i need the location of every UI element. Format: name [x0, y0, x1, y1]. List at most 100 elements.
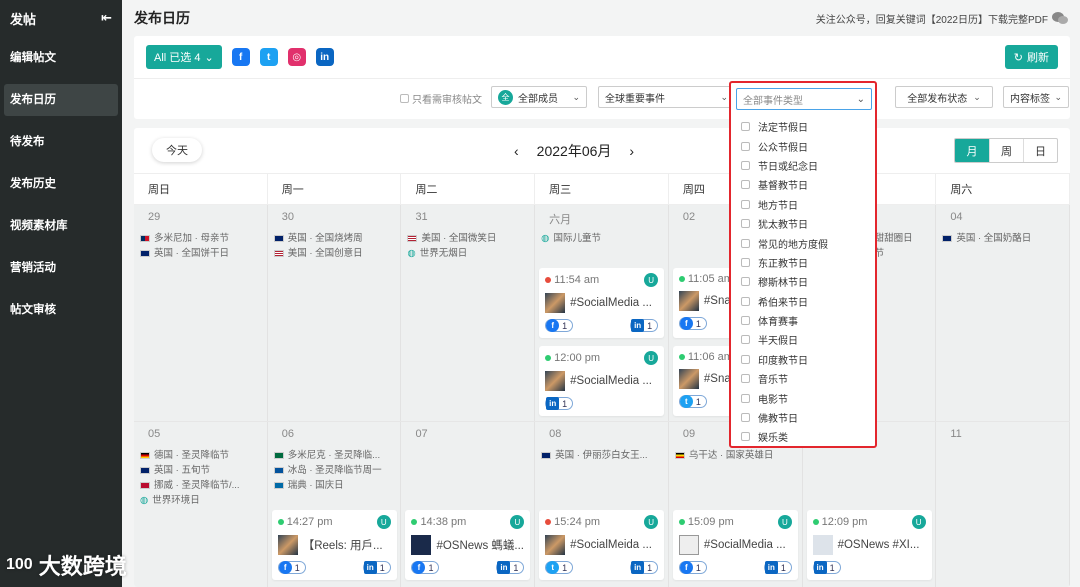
- holiday-event[interactable]: 多米尼克 · 圣灵降临...: [273, 448, 395, 463]
- day-cell[interactable]: 31 美国 · 全国微笑日 ◍ 世界无烟日: [401, 205, 536, 421]
- content-tags-select[interactable]: 内容标签 ⌄: [1003, 86, 1069, 108]
- day-cell[interactable]: 04 英国 · 全国奶酪日: [936, 205, 1070, 421]
- today-button[interactable]: 今天: [152, 138, 202, 162]
- sidebar-item-campaigns[interactable]: 营销活动: [4, 252, 118, 284]
- scheduled-post-card[interactable]: 11:54 am U #SocialMedia ... f 1 in 1: [539, 268, 665, 338]
- collapse-sidebar-icon[interactable]: ⇤: [101, 10, 112, 26]
- checkbox-box[interactable]: [741, 316, 750, 326]
- day-cell[interactable]: 29 多米尼加 · 母亲节 英国 · 全国饼干日: [134, 205, 268, 421]
- scheduled-post-card[interactable]: 14:27 pm U 【Reels: 用戶... f 1 in 1: [271, 510, 397, 580]
- day-cell[interactable]: 06 多米尼克 · 圣灵降临... 冰岛 · 圣灵降临节周一 瑞典 · 国庆日 …: [267, 422, 402, 587]
- holiday-event[interactable]: 英国 · 伊丽莎白女王...: [541, 448, 662, 463]
- event-type-select[interactable]: 全部事件类型 ⌄: [736, 88, 872, 110]
- sidebar-item-pending[interactable]: 待发布: [4, 126, 118, 158]
- checkbox-box[interactable]: [741, 141, 750, 151]
- checkbox-box[interactable]: [741, 160, 750, 170]
- checkbox-box[interactable]: [741, 180, 750, 190]
- holiday-event[interactable]: ◍ 世界环境日: [140, 493, 261, 508]
- sidebar-item-history[interactable]: 发布历史: [4, 168, 118, 200]
- refresh-button[interactable]: ↻ 刷新: [1004, 45, 1058, 69]
- event-type-option[interactable]: 半天假日: [741, 330, 871, 349]
- instagram-icon[interactable]: ◎: [287, 48, 306, 66]
- holiday-event[interactable]: 瑞典 · 国庆日: [273, 478, 395, 493]
- checkbox-box[interactable]: [741, 238, 750, 248]
- holiday-event[interactable]: 挪威 · 圣灵降临节/...: [140, 478, 261, 493]
- status-dot: [545, 355, 552, 361]
- wechat-icon[interactable]: [1052, 11, 1068, 25]
- event-type-option[interactable]: 穆斯林节日: [741, 272, 871, 291]
- event-type-option[interactable]: 常见的地方度假: [741, 233, 871, 252]
- review-only-checkbox[interactable]: 只看需审核帖文: [400, 91, 482, 106]
- event-type-option[interactable]: 法定节假日: [741, 117, 871, 136]
- event-label: 冰岛 · 圣灵降临节周一: [287, 465, 382, 476]
- checkbox-box[interactable]: [741, 296, 750, 306]
- event-type-option[interactable]: 体育赛事: [741, 311, 871, 330]
- sidebar-item-video-library[interactable]: 视频素材库: [4, 210, 118, 242]
- view-month-button[interactable]: 月: [955, 139, 989, 162]
- day-cell[interactable]: 07 14:38 pm U #OSNews 螞蟻... f 1 in 1: [401, 422, 536, 587]
- view-week-button[interactable]: 周: [989, 139, 1023, 162]
- chevron-left-icon[interactable]: ‹: [514, 143, 519, 159]
- view-day-button[interactable]: 日: [1023, 139, 1057, 162]
- event-type-option[interactable]: 基督教节日: [741, 175, 871, 194]
- holiday-event[interactable]: 英国 · 五旬节: [140, 463, 261, 478]
- twitter-icon[interactable]: t: [259, 48, 278, 66]
- global-events-label: 全球重要事件: [605, 93, 665, 105]
- day-cell[interactable]: 30 英国 · 全国烧烤周 美国 · 全国创意日: [267, 205, 402, 421]
- event-type-option[interactable]: 公众节假日: [741, 136, 871, 155]
- event-type-option[interactable]: 东正教节日: [741, 253, 871, 272]
- event-type-option[interactable]: 节日或纪念日: [741, 156, 871, 175]
- event-type-option[interactable]: 电影节: [741, 388, 871, 407]
- global-events-select[interactable]: 全球重要事件 ⌄: [598, 86, 735, 108]
- holiday-event[interactable]: 英国 · 全国饼干日: [140, 246, 261, 261]
- checkbox-box[interactable]: [741, 354, 750, 364]
- checkbox-box[interactable]: [741, 199, 750, 209]
- checkbox-box[interactable]: [741, 257, 750, 267]
- holiday-event[interactable]: 英国 · 全国奶酪日: [942, 231, 1063, 246]
- checkbox-box[interactable]: [741, 432, 750, 442]
- scheduled-post-card[interactable]: 12:00 pm U #SocialMedia ... in 1: [539, 346, 665, 416]
- holiday-event[interactable]: 乌干达 · 国家英雄日: [674, 448, 796, 463]
- day-cell[interactable]: 六月 ◍ 国际儿童节 11:54 am U #SocialMedia ... f1i…: [535, 205, 669, 421]
- holiday-event[interactable]: 美国 · 全国微笑日: [407, 231, 528, 246]
- linkedin-icon[interactable]: in: [315, 48, 334, 66]
- checkbox-box[interactable]: [741, 277, 750, 287]
- event-type-option[interactable]: 犹太教节日: [741, 214, 871, 233]
- event-type-option[interactable]: 印度教节日: [741, 350, 871, 369]
- holiday-event[interactable]: ◍ 世界无烟日: [407, 246, 528, 261]
- checkbox-box[interactable]: [741, 413, 750, 423]
- day-cell[interactable]: 08 英国 · 伊丽莎白女王... 15:24 pm U #SocialMeida…: [535, 422, 669, 587]
- event-type-option[interactable]: 地方节日: [741, 195, 871, 214]
- holiday-event[interactable]: ◍ 国际儿童节: [541, 231, 662, 246]
- event-type-option[interactable]: 娱乐类: [741, 427, 871, 446]
- chevron-right-icon[interactable]: ›: [629, 143, 634, 159]
- facebook-icon[interactable]: f: [231, 48, 250, 66]
- checkbox-box[interactable]: [741, 335, 750, 345]
- checkbox-box[interactable]: [741, 122, 750, 132]
- sidebar-item-review[interactable]: 帖文审核: [4, 294, 118, 326]
- event-type-option[interactable]: 希伯来节日: [741, 292, 871, 311]
- holiday-event[interactable]: 英国 · 全国烧烤周: [273, 231, 395, 246]
- account-select-button[interactable]: All 已选 4 ⌄: [146, 45, 222, 69]
- checkbox-box[interactable]: [741, 374, 750, 384]
- scheduled-post-card[interactable]: 15:09 pm U #SocialMedia ... f 1 in 1: [672, 510, 798, 580]
- checkbox-box[interactable]: [741, 393, 750, 403]
- event-type-option[interactable]: 佛教节日: [741, 408, 871, 427]
- scheduled-post-card[interactable]: 15:24 pm U #SocialMeida ... t 1 in 1: [539, 510, 665, 580]
- flag-icon: [140, 482, 150, 489]
- day-cell[interactable]: 11: [936, 422, 1070, 587]
- checkbox-box[interactable]: [741, 219, 750, 229]
- scheduled-post-card[interactable]: 14:38 pm U #OSNews 螞蟻... f 1 in 1: [405, 510, 531, 580]
- members-select[interactable]: 全 全部成员 ⌄: [491, 86, 587, 108]
- holiday-event[interactable]: 冰岛 · 圣灵降临节周一: [273, 463, 395, 478]
- event-type-option[interactable]: 音乐节: [741, 369, 871, 388]
- holiday-event[interactable]: 多米尼加 · 母亲节: [140, 231, 261, 246]
- sidebar-item-publish-calendar[interactable]: 发布日历: [4, 84, 118, 116]
- publish-status-select[interactable]: 全部发布状态 ⌄: [895, 86, 993, 108]
- holiday-event[interactable]: 美国 · 全国创意日: [273, 246, 395, 261]
- checkbox-box[interactable]: [400, 94, 409, 103]
- sidebar-item-edit-post[interactable]: 编辑帖文: [4, 42, 118, 74]
- holiday-event[interactable]: 德国 · 圣灵降临节: [140, 448, 261, 463]
- scheduled-post-card[interactable]: 12:09 pm U #OSNews #XI... in 1: [806, 510, 932, 580]
- day-cell[interactable]: 05 德国 · 圣灵降临节 英国 · 五旬节 挪威 · 圣灵降临节/... ◍ 世…: [134, 422, 268, 587]
